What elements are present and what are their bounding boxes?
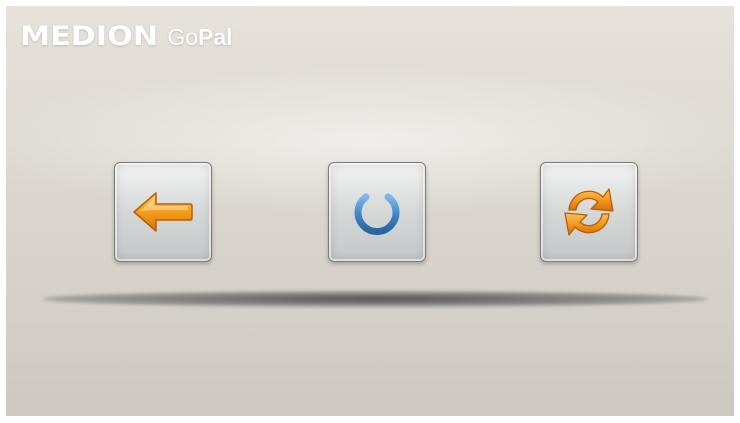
screen: MEDION GoPal — [6, 6, 734, 416]
brand-logo: MEDION GoPal — [20, 21, 233, 52]
refresh-icon — [564, 188, 614, 236]
brand-gopal-wordmark: GoPal — [167, 24, 232, 51]
power-button[interactable] — [328, 162, 426, 262]
brand-gopal-suffix: Pal — [198, 24, 233, 50]
back-button[interactable] — [114, 162, 212, 262]
shelf-shadow — [42, 291, 708, 307]
brand-gopal-prefix: Go — [167, 24, 199, 50]
refresh-button[interactable] — [540, 162, 638, 262]
back-arrow-icon — [133, 192, 193, 232]
power-icon — [354, 186, 400, 235]
brand-medion-wordmark: MEDION — [20, 21, 159, 52]
